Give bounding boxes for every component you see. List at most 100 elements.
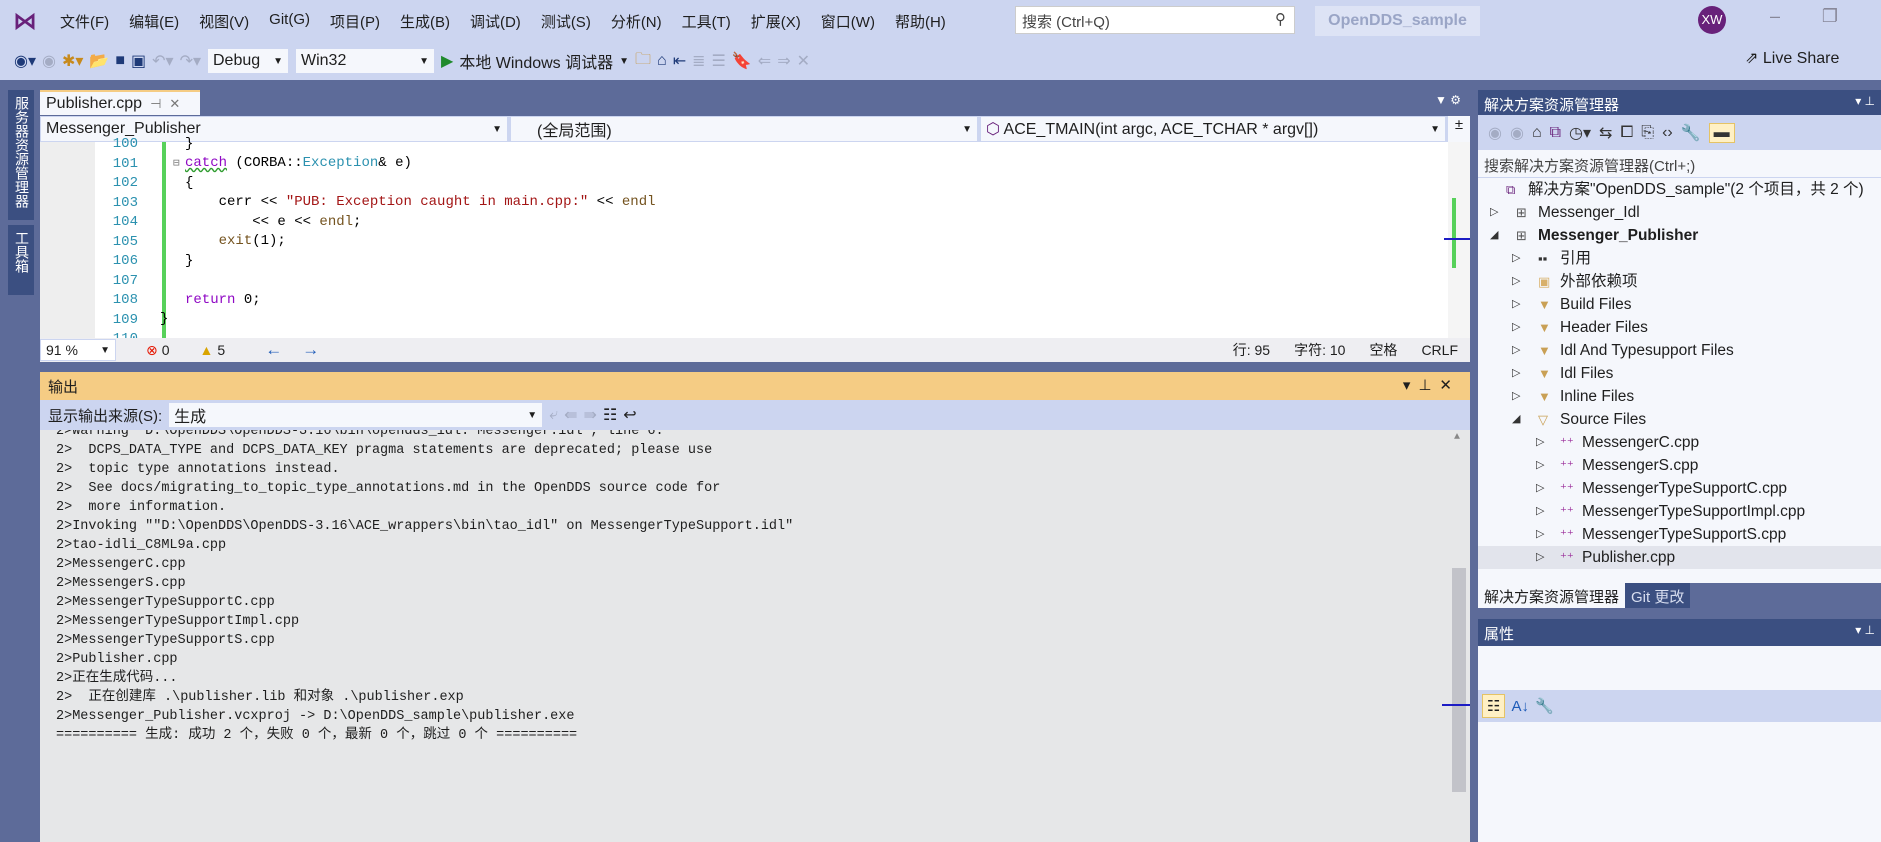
config-select[interactable]: Debug ▼ [207,48,289,74]
previous-issue-icon[interactable]: ← [265,340,282,360]
open-file-icon[interactable]: 📂 [89,51,109,71]
server-explorer-tab[interactable]: 服务器资源管理器 [8,90,34,220]
menu-item[interactable]: 编辑(E) [119,11,189,32]
pin-icon[interactable]: ⊣ [150,96,161,112]
home-icon[interactable]: ⌂ [1532,124,1542,142]
menu-item[interactable]: 工具(T) [672,11,741,32]
collapsed-arrow-icon[interactable]: ▷ [1536,546,1548,569]
collapsed-arrow-icon[interactable]: ▷ [1512,293,1524,316]
collapsed-arrow-icon[interactable]: ▷ [1512,247,1524,270]
avatar[interactable]: XW [1698,6,1726,34]
view-code-icon[interactable]: ‹› [1662,124,1673,142]
collapsed-arrow-icon[interactable]: ▷ [1512,385,1524,408]
new-item-icon[interactable]: ✱▾ [62,51,83,71]
home-icon[interactable]: ⌂ [657,52,667,70]
menu-item[interactable]: 视图(V) [189,11,259,32]
pin-icon[interactable]: ▾ ⊥ [1855,623,1875,637]
collapsed-arrow-icon[interactable]: ▷ [1536,454,1548,477]
menu-item[interactable]: 文件(F) [50,11,119,32]
collapsed-arrow-icon[interactable]: ▷ [1536,431,1548,454]
menu-item[interactable]: Git(G) [259,11,320,32]
menu-item[interactable]: 项目(P) [320,11,390,32]
split-icon[interactable]: ± [1448,116,1470,142]
tab-git-changes[interactable]: Git 更改 [1625,583,1691,608]
find-in-files-icon[interactable]: 🗀 [635,48,651,75]
collapsed-arrow-icon[interactable]: ▷ [1512,316,1524,339]
switch-views-icon[interactable]: ⧉ [1550,124,1561,142]
tree-item[interactable]: ▷ ▼ Inline Files [1478,385,1881,408]
tree-item[interactable]: ▷ ⁺⁺ MessengerS.cpp [1478,454,1881,477]
comment-icon[interactable]: ☰ [712,51,726,71]
tab-overflow-icon[interactable]: ▼ ⚙ [1435,93,1461,107]
tree-item[interactable]: ⧉ 解决方案"OpenDDS_sample"(2 个项目，共 2 个) [1478,178,1881,201]
search-input[interactable]: 搜索 (Ctrl+Q) ⚲ [1015,6,1295,34]
output-text[interactable]: 2>Warning D:\OpenDDS\OpenDDS-3.16\bin\op… [40,430,1470,842]
bookmark-icon[interactable]: 🔖 [732,51,752,71]
tree-item[interactable]: ▷ ⁺⁺ MessengerC.cpp [1478,431,1881,454]
output-source-select[interactable]: 生成 ▼ [168,402,544,428]
collapsed-arrow-icon[interactable]: ▷ [1512,339,1524,362]
menu-item[interactable]: 调试(D) [460,11,531,32]
solution-search-input[interactable]: 搜索解决方案资源管理器(Ctrl+;) [1478,150,1881,178]
function-select[interactable]: ⬡ ACE_TMAIN(int argc, ACE_TCHAR * argv[]… [980,116,1448,142]
warning-count[interactable]: 5 [217,342,225,358]
dropdown-icon[interactable]: ▾ [1403,377,1419,394]
undo-icon[interactable]: ↶▾ [152,51,173,71]
collapsed-arrow-icon[interactable]: ▷ [1536,523,1548,546]
warning-icon[interactable]: ▲ [200,342,214,358]
tree-item[interactable]: ◢ ⊞ Messenger_Publisher [1478,224,1881,247]
menu-item[interactable]: 扩展(X) [741,11,811,32]
pin-icon[interactable]: ⊥ [1418,377,1439,394]
outline-icon[interactable]: ≣ [692,51,705,71]
forward-icon[interactable]: ◉ [42,51,56,71]
collapsed-arrow-icon[interactable]: ▷ [1490,201,1502,224]
expanded-arrow-icon[interactable]: ◢ [1490,224,1502,247]
live-share-button[interactable]: ⇗ Live Share [1745,48,1839,68]
tab-solution-explorer[interactable]: 解决方案资源管理器 [1478,583,1626,608]
next-bookmark-icon[interactable]: ⇒ [777,51,790,71]
close-icon[interactable]: ✕ [169,96,180,112]
show-all-files-icon[interactable]: ⎘ [1641,124,1654,142]
scrollbar-thumb[interactable] [1452,568,1466,792]
save-all-icon[interactable]: ▣ [131,51,146,71]
tree-item[interactable]: ▷ ⊞ Messenger_Idl [1478,201,1881,224]
tree-item[interactable]: ▷ ⁺⁺ MessengerTypeSupportImpl.cpp [1478,500,1881,523]
properties-icon[interactable]: 🔧 [1681,123,1701,143]
property-pages-icon[interactable]: 🔧 [1535,697,1554,715]
sort-alphabetical-icon[interactable]: A↓ [1511,698,1529,715]
clear-all-icon[interactable]: ☷ [603,405,617,425]
platform-select[interactable]: Win32 ▼ [295,48,435,74]
collapsed-arrow-icon[interactable]: ▷ [1512,362,1524,385]
toolbox-tab[interactable]: 工具箱 [8,225,34,295]
tree-item[interactable]: ▷ ▼ Idl And Typesupport Files [1478,339,1881,362]
zoom-select[interactable]: 91 % ▼ [40,339,116,361]
prev-bookmark-icon[interactable]: ⇐ [758,51,771,71]
menu-item[interactable]: 分析(N) [601,11,672,32]
tree-item[interactable]: ▷ ⁺⁺ Publisher.cpp [1478,546,1881,569]
redo-icon[interactable]: ↷▾ [180,51,201,71]
menu-item[interactable]: 测试(S) [531,11,601,32]
forward-icon[interactable]: ◉ [1510,123,1524,143]
next-issue-icon[interactable]: → [302,340,319,360]
run-debugger-button[interactable]: 本地 Windows 调试器 [459,49,613,73]
eol-indicator[interactable]: CRLF [1421,342,1458,358]
save-icon[interactable]: ■ [115,52,125,70]
pending-changes-icon[interactable]: ◷▾ [1569,123,1591,143]
minimize-button[interactable]: – [1760,6,1790,34]
tree-item[interactable]: ▷ ⁺⁺ MessengerTypeSupportC.cpp [1478,477,1881,500]
go-to-location-icon[interactable]: ⤶ [549,406,558,424]
tree-item[interactable]: ▷ ▪▪ 引用 [1478,247,1881,270]
word-wrap-icon[interactable]: ↩ [623,405,636,425]
preview-selected-icon[interactable]: ▬ [1708,122,1735,143]
collapse-icon[interactable]: ⊟ [173,156,180,170]
code-editor[interactable]: 100101102103104105106107108109110 } ⊟ ca… [40,136,1470,347]
tree-item[interactable]: ▷ ▼ Idl Files [1478,362,1881,385]
categorized-icon[interactable]: ☷ [1482,694,1506,718]
expanded-arrow-icon[interactable]: ◢ [1512,408,1524,431]
sync-icon[interactable]: ⇆ [1599,123,1612,143]
editor-scrollbar[interactable] [1444,142,1470,338]
back-icon[interactable]: ◉ [1488,123,1502,143]
tree-item[interactable]: ▷ ▼ Build Files [1478,293,1881,316]
tab-publisher-cpp[interactable]: Publisher.cpp ⊣ ✕ [40,90,200,115]
chevron-down-icon[interactable]: ▼ [619,56,629,67]
